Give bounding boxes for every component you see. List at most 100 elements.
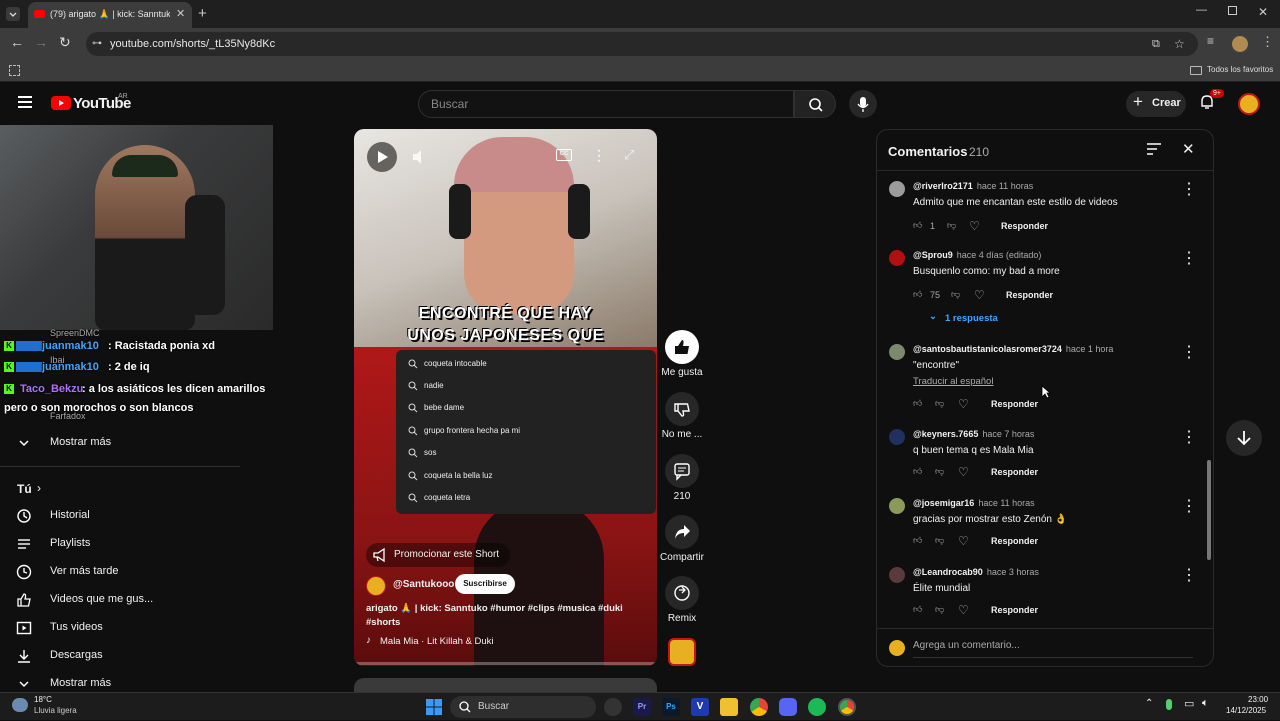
vegas-icon[interactable]: V (691, 698, 709, 716)
channel-name[interactable]: @Santukooo (393, 579, 454, 590)
browser-tab-active[interactable]: (79) arigato 🙏 | kick: Sanntuko #… ✕ (28, 2, 192, 28)
thumb-up-icon[interactable]: 👍︎ (913, 466, 922, 477)
thumb-up-icon[interactable]: 👍︎ (913, 220, 922, 231)
windows-start-icon[interactable] (425, 698, 443, 716)
video-progress-bar[interactable] (354, 662, 657, 665)
volume-tray-icon[interactable]: 🔈︎ (1202, 697, 1209, 710)
heart-icon[interactable]: ♡ (958, 603, 969, 617)
sidebar-item-liked-videos[interactable]: Videos que me gus... (0, 586, 240, 614)
next-short-preview[interactable] (354, 678, 657, 692)
create-button[interactable]: + Crear (1126, 91, 1186, 117)
profile-avatar[interactable] (1232, 36, 1248, 52)
show-more-button[interactable]: Mostrar más (0, 429, 240, 457)
fullscreen-icon[interactable]: ⤢ (624, 147, 634, 163)
comments-scrollbar[interactable] (1207, 460, 1211, 560)
dislike-button[interactable] (665, 392, 699, 426)
thumb-down-icon[interactable]: 👎︎ (951, 289, 960, 300)
suggestion-item[interactable]: coqueta letra (396, 487, 656, 509)
suggestion-item[interactable]: sos (396, 442, 656, 464)
heart-icon[interactable]: ♡ (969, 219, 980, 233)
clock-date[interactable]: 14/12/2025 (1226, 706, 1266, 715)
comments-button[interactable] (665, 454, 699, 488)
forward-icon[interactable]: → (34, 34, 48, 50)
add-comment-input[interactable]: Agrega un comentario... (913, 640, 1193, 658)
discord-icon[interactable] (779, 698, 797, 716)
avatar[interactable] (889, 567, 905, 583)
apps-grid-icon[interactable] (9, 65, 20, 76)
thumb-down-icon[interactable]: 👎︎ (935, 398, 944, 409)
reply-button[interactable]: Responder (991, 536, 1038, 546)
comment-author[interactable]: @josemigar16 hace 11 horas (913, 498, 1035, 508)
close-window-icon[interactable]: ✕ (1258, 5, 1268, 19)
reply-button[interactable]: Responder (991, 605, 1038, 615)
hamburger-menu-icon[interactable] (18, 96, 32, 108)
sidebar-item-your-videos[interactable]: Tus videos (0, 614, 240, 642)
sidebar-item-history[interactable]: Historial (0, 502, 240, 530)
suggestion-item[interactable]: grupo frontera hecha pa mi (396, 420, 656, 442)
channel-avatar[interactable] (366, 576, 386, 596)
more-options-icon[interactable]: ⋮ (592, 147, 606, 164)
reload-icon[interactable]: ↻ (59, 34, 71, 51)
back-icon[interactable]: ← (10, 34, 24, 50)
clock-time[interactable]: 23:00 (1248, 695, 1268, 704)
avatar[interactable] (889, 498, 905, 514)
weather-icon[interactable] (12, 698, 28, 712)
comment-menu-icon[interactable]: ⋮ (1181, 342, 1197, 361)
remix-button[interactable] (665, 576, 699, 610)
tray-chevron-icon[interactable]: ⌃ (1145, 698, 1153, 709)
thumb-up-icon[interactable]: 👍︎ (913, 398, 922, 409)
suggestion-item[interactable]: coqueta la bella luz (396, 465, 656, 487)
taskbar-app-icon[interactable] (604, 698, 622, 716)
suggestion-item[interactable]: bebe dame (396, 397, 656, 419)
new-tab-icon[interactable]: + (198, 5, 207, 22)
taskbar-search[interactable]: Buscar (450, 696, 596, 718)
thumb-up-icon[interactable]: 👍︎ (913, 535, 922, 546)
reply-button[interactable]: Responder (991, 467, 1038, 477)
file-explorer-icon[interactable] (720, 698, 738, 716)
heart-icon[interactable]: ♡ (958, 534, 969, 548)
comment-menu-icon[interactable]: ⋮ (1181, 427, 1197, 446)
avatar[interactable] (889, 429, 905, 445)
photoshop-icon[interactable]: Ps (662, 698, 680, 716)
captions-button[interactable]: CC (556, 149, 572, 161)
bookmark-star-icon[interactable]: ☆ (1174, 32, 1185, 56)
search-input[interactable]: Buscar (418, 90, 794, 118)
comment-author[interactable]: @keyners.7665 hace 7 horas (913, 429, 1034, 439)
network-icon[interactable]: ▭ (1184, 697, 1194, 710)
all-bookmarks-link[interactable]: Todos los favoritos (1207, 65, 1273, 74)
browser-menu-icon[interactable]: ⋮ (1261, 34, 1274, 50)
close-comments-icon[interactable]: ✕ (1182, 140, 1195, 158)
thumb-down-icon[interactable]: 👎︎ (947, 220, 956, 231)
thumb-up-icon[interactable]: 👍︎ (913, 604, 922, 615)
spotify-icon[interactable] (808, 698, 826, 716)
thumb-down-icon[interactable]: 👎︎ (935, 535, 944, 546)
url-bar[interactable]: ⊶ youtube.com/shorts/_tL35Ny8dKc ⧉ ☆ (86, 32, 1198, 56)
comment-menu-icon[interactable]: ⋮ (1181, 565, 1197, 584)
reply-button[interactable]: Responder (991, 399, 1038, 409)
scroll-down-button[interactable] (1226, 420, 1262, 456)
avatar[interactable] (889, 250, 905, 266)
heart-icon[interactable]: ♡ (958, 397, 969, 411)
site-info-icon[interactable]: ⊶ (92, 32, 102, 56)
comment-author[interactable]: @santosbautistanicolasromer3724 hace 1 ho… (913, 344, 1113, 354)
sidebar-item-playlists[interactable]: Playlists (0, 530, 240, 558)
media-control-icon[interactable]: ≡ (1207, 34, 1214, 48)
sort-icon[interactable] (1146, 142, 1162, 156)
minimize-icon[interactable]: — (1196, 4, 1207, 16)
avatar[interactable] (889, 344, 905, 360)
thumb-down-icon[interactable]: 👎︎ (935, 604, 944, 615)
subscribe-button[interactable]: Suscribirse (455, 574, 515, 594)
comment-menu-icon[interactable]: ⋮ (1181, 248, 1197, 267)
thumb-down-icon[interactable]: 👎︎ (935, 466, 944, 477)
comment-author[interactable]: @Sprou9 hace 4 días (editado) (913, 250, 1041, 260)
voice-search-button[interactable] (849, 90, 877, 118)
chrome-active-icon[interactable] (838, 698, 856, 716)
audio-thumbnail[interactable] (668, 638, 696, 666)
microphone-tray-icon[interactable] (1166, 699, 1172, 710)
youtube-logo-icon[interactable] (51, 96, 71, 110)
heart-icon[interactable]: ♡ (958, 465, 969, 479)
comment-author[interactable]: @riverlro2171 hace 11 horas (913, 181, 1033, 191)
suggestion-item[interactable]: coqueta intocable (396, 353, 656, 375)
install-icon[interactable]: ⧉ (1152, 32, 1160, 56)
reply-button[interactable]: Responder (1006, 290, 1053, 300)
